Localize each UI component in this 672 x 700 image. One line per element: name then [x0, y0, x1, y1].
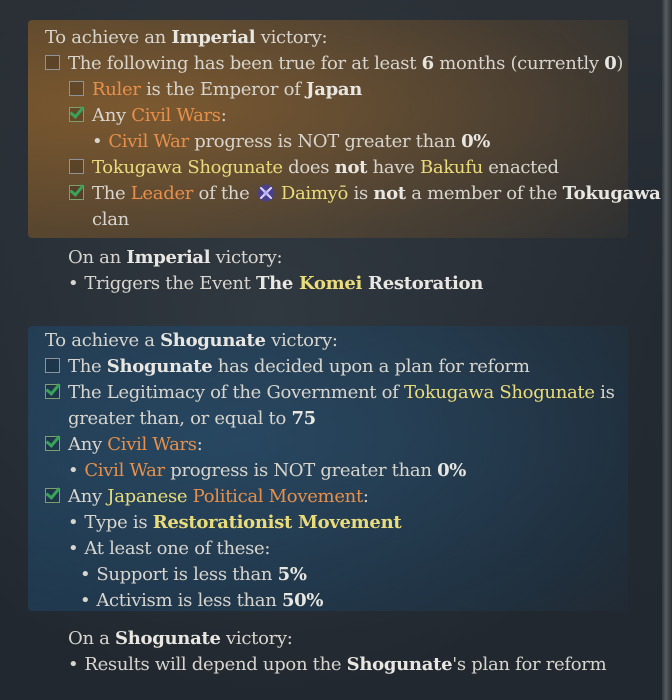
imperial-condition-bakufu: Tokugawa Shogunate does not have Bakufu …: [69, 155, 559, 181]
civil-wars-link[interactable]: Civil Wars: [107, 434, 197, 455]
civil-war-link[interactable]: Civil War: [84, 460, 165, 481]
imperial-outcome-heading: On an Imperial victory:: [68, 247, 283, 268]
leader-link[interactable]: Leader: [131, 183, 194, 204]
bullet: •: [68, 512, 79, 533]
political-movement-link[interactable]: Political Movement: [193, 486, 364, 507]
imperial-condition-civil-wars: Any Civil Wars:: [69, 103, 227, 129]
checkmark-icon: [69, 107, 84, 122]
bakufu-link[interactable]: Bakufu: [420, 157, 483, 178]
bullet: •: [68, 273, 79, 294]
bullet: •: [68, 654, 79, 675]
shogunate-activism-condition: • Activism is less than 50%: [80, 588, 324, 614]
checkmark-icon: [45, 436, 60, 451]
shogunate-civil-war-progress: • Civil War progress is NOT greater than …: [68, 458, 466, 484]
shogunate-condition-political-movement: Any Japanese Political Movement:: [45, 484, 369, 510]
checkmark-icon: [69, 185, 84, 200]
shogunate-heading: To achieve a Shogunate victory:: [45, 330, 338, 351]
checkbox-icon: [69, 159, 84, 174]
shogunate-support-condition: • Support is less than 5%: [80, 562, 307, 588]
bullet: •: [68, 460, 79, 481]
shogunate-condition-plan: The Shogunate has decided upon a plan fo…: [45, 354, 530, 380]
restorationist-movement-link[interactable]: Restorationist Movement: [153, 512, 402, 533]
imperial-outcome-event: • Triggers the Event The Komei Restoratio…: [68, 271, 483, 297]
bullet: •: [80, 564, 91, 585]
shogunate-outcome-results: • Results will depend upon the Shogunate'…: [68, 652, 607, 678]
imperial-condition-leader: The Leader of the Daimyō is not a member…: [69, 181, 661, 207]
checkbox-icon: [45, 358, 60, 373]
shogunate-movement-type: • Type is Restorationist Movement: [68, 510, 402, 536]
daimyo-icon: [257, 184, 275, 202]
shogunate-condition-legitimacy-cont: greater than, or equal to 75: [68, 408, 316, 429]
checkbox-icon: [69, 81, 84, 96]
imperial-condition-leader-cont: clan: [92, 209, 129, 230]
bullet: •: [68, 538, 79, 559]
bullet: •: [92, 131, 103, 152]
tokugawa-shogunate-link[interactable]: Tokugawa Shogunate: [92, 157, 283, 178]
komei-link[interactable]: Komei: [299, 273, 362, 294]
imperial-condition-duration: The following has been true for at least…: [45, 51, 623, 77]
tokugawa-shogunate-link[interactable]: Tokugawa Shogunate: [404, 382, 595, 403]
civil-wars-link[interactable]: Civil Wars: [131, 105, 221, 126]
checkmark-icon: [45, 384, 60, 399]
tooltip-right-edge: [662, 0, 672, 700]
checkmark-icon: [45, 488, 60, 503]
shogunate-at-least-one: • At least one of these:: [68, 536, 270, 562]
imperial-civil-war-progress: • Civil War progress is NOT greater than …: [92, 129, 490, 155]
civil-war-link[interactable]: Civil War: [108, 131, 189, 152]
imperial-heading: To achieve an Imperial victory:: [45, 27, 328, 48]
daimyo-link[interactable]: Daimyō: [281, 183, 349, 204]
shogunate-condition-civil-wars: Any Civil Wars:: [45, 432, 203, 458]
ruler-link[interactable]: Ruler: [92, 79, 141, 100]
shogunate-condition-legitimacy: The Legitimacy of the Government of Toku…: [45, 380, 615, 406]
checkbox-icon: [45, 55, 60, 70]
bullet: •: [80, 590, 91, 611]
shogunate-outcome-heading: On a Shogunate victory:: [68, 628, 293, 649]
japanese-link[interactable]: Japanese: [107, 486, 187, 507]
imperial-condition-ruler: Ruler is the Emperor of Japan: [69, 77, 362, 103]
